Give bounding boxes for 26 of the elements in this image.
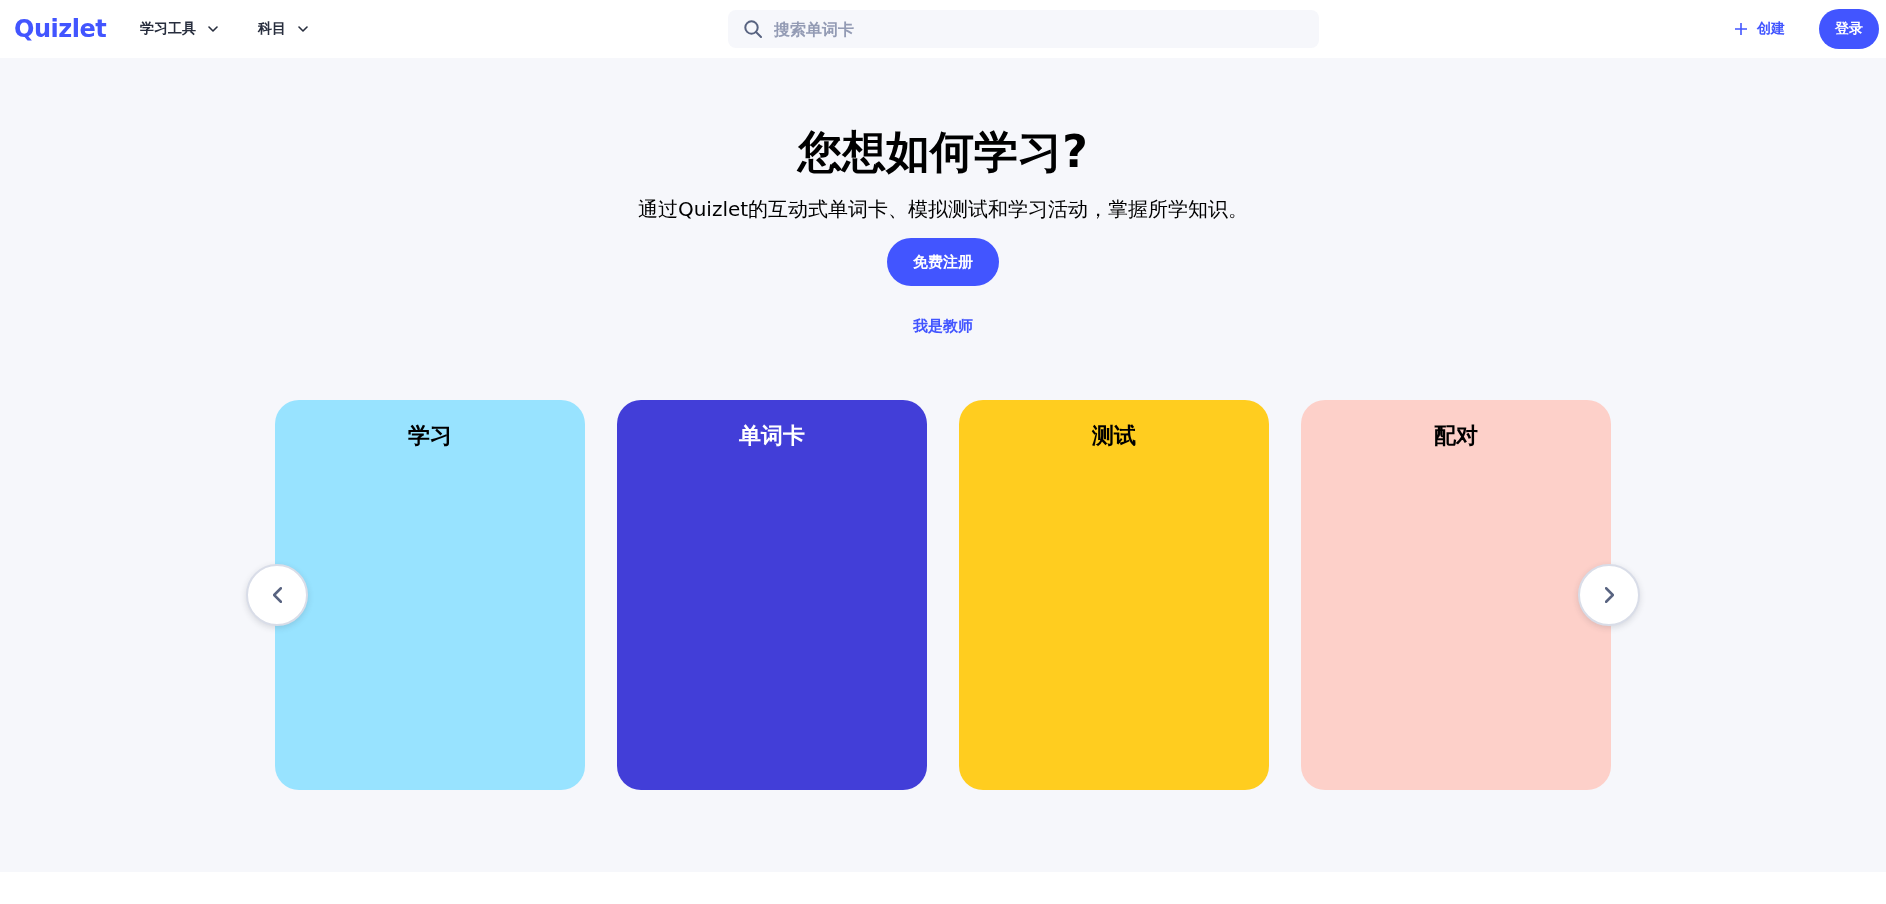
previous-button[interactable] [246,564,308,626]
card-title: 测试 [1092,422,1136,450]
search-field[interactable]: 搜索单词卡 [728,10,1320,48]
chevron-left-icon [272,587,282,603]
teacher-link[interactable]: 我是教师 [913,314,973,338]
login-button[interactable]: 登录 [1819,9,1879,49]
subtitle: 通过Quizlet的互动式单词卡、模拟测试和学习活动，掌握所学知识。 [637,196,1249,223]
card-title: 配对 [1434,422,1478,450]
card-title: 学习 [408,422,452,450]
study-mode-card[interactable]: 测试 [959,400,1269,790]
signup-button[interactable]: 免费注册 [887,238,999,286]
study-mode-card[interactable]: 学习 [275,400,585,790]
search-icon [744,20,763,38]
study-mode-card[interactable]: 配对 [1301,400,1611,790]
plus-icon [1735,23,1747,35]
chevron-down-icon [208,26,219,32]
next-button[interactable] [1578,564,1640,626]
study-mode-card[interactable]: 单词卡 [617,400,927,790]
chevron-right-icon [1604,587,1614,603]
logo[interactable]: Quizlet [14,15,107,43]
nav-dropdown[interactable]: 科目 [258,14,309,44]
nav-dropdown[interactable]: 学习工具 [140,14,219,44]
create-button[interactable]: 创建 [1735,14,1785,44]
chevron-down-icon [298,26,309,32]
page-title: 您想如何学习? [798,125,1088,179]
card-title: 单词卡 [739,422,805,450]
